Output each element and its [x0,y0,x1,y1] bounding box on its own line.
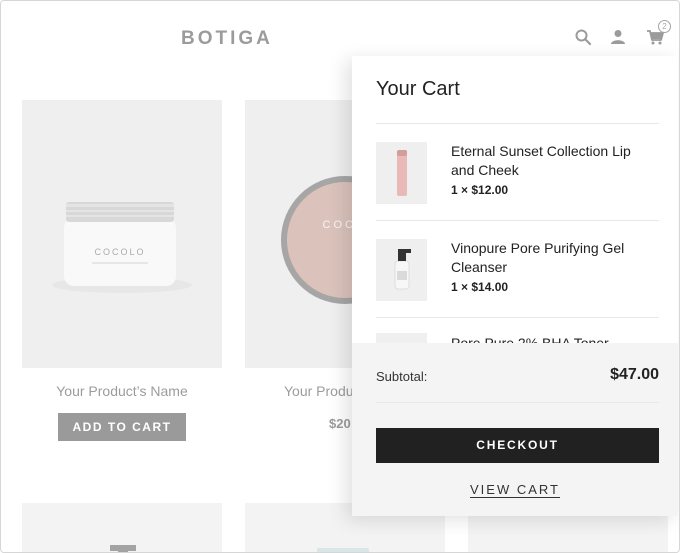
cart-item-name[interactable]: Eternal Sunset Collection Lip and Cheek [451,142,651,180]
cart-title: Your Cart [376,78,460,100]
add-to-cart-button[interactable]: ADD TO CART [58,413,186,441]
checkout-button[interactable]: CHECKOUT [376,428,659,463]
site-logo[interactable]: BOTIGA [181,28,273,50]
pump-bottle-illustration [394,249,411,290]
subtotal-value: $47.00 [610,366,659,383]
cart-item-qty: 1 × $14.00 [451,280,509,294]
cart-item-name: Pore Pure 2% BHA Toner [451,335,609,343]
lip-tube-illustration [397,150,407,196]
product-name[interactable]: Your Produc [284,383,361,399]
view-cart-link[interactable]: VIEW CART [470,482,560,497]
cart-item-thumbnail[interactable] [376,142,427,204]
cart-item-partial[interactable]: Pore Pure 2% BHA Toner [376,333,659,343]
cart-item[interactable]: Vinopure Pore Purifying Gel Cleanser 1 ×… [376,239,659,323]
cart-item[interactable]: Eternal Sunset Collection Lip and Cheek … [376,142,659,226]
jar-illustration: COCOLO [52,202,192,293]
cart-item-thumbnail[interactable] [376,239,427,301]
cart-footer: Subtotal: $47.00 CHECKOUT VIEW CART [352,343,678,516]
cart-icon[interactable]: 2 [646,20,671,46]
cart-item-qty: 1 × $12.00 [451,183,509,197]
divider [376,317,659,318]
app-window: BOTIGA 2 COCOLO Your Product’s Name ADD … [0,0,680,553]
cart-item-name[interactable]: Vinopure Pore Purifying Gel Cleanser [451,239,651,277]
cart-drawer: Your Cart Eternal Sunset Collection Lip … [352,56,678,516]
cart-count-badge: 2 [658,20,671,33]
product-image[interactable] [22,503,222,552]
jar-brand: COCOLO [94,247,145,257]
divider [376,123,659,124]
divider [376,220,659,221]
divider [376,402,659,403]
product-name[interactable]: Your Product’s Name [22,383,222,399]
account-icon[interactable] [609,28,627,46]
search-icon[interactable] [574,28,592,46]
product-image[interactable]: COCOLO [22,100,222,368]
product-price: $20 [329,416,351,431]
cart-item-thumbnail [376,333,427,343]
pump-bottle-illustration [110,545,136,552]
subtotal-label: Subtotal: [376,369,428,384]
view-cart-row: VIEW CART [352,481,678,499]
